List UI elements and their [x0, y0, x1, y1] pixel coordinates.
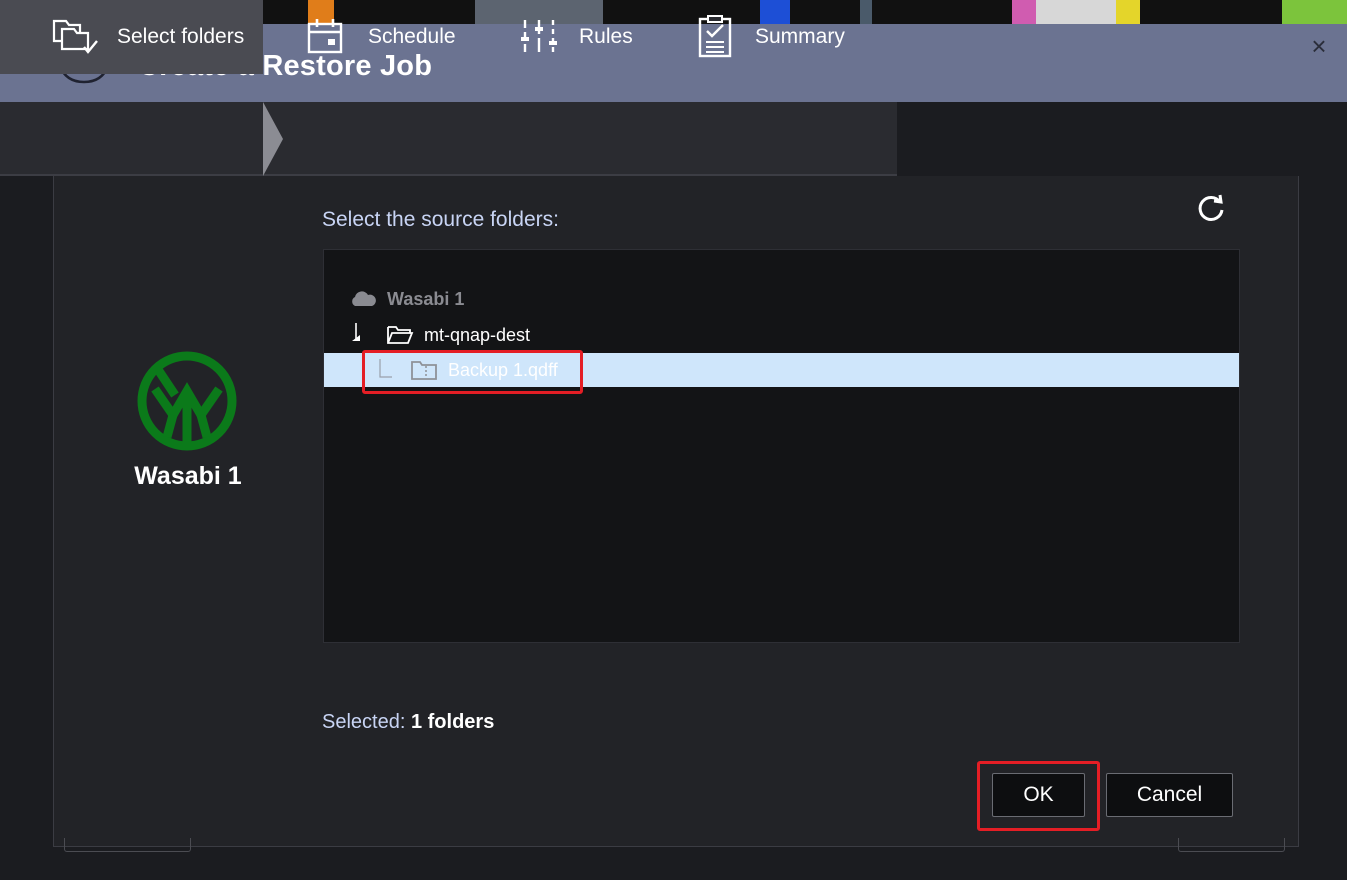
tree-node-label: Wasabi 1	[387, 288, 465, 309]
tree-node-file-selected[interactable]: Backup 1.qdff	[324, 353, 1239, 387]
tree-node-label: Backup 1.qdff	[448, 359, 558, 380]
step-label: Schedule	[368, 25, 456, 48]
tree-node-folder[interactable]: mt-qnap-dest	[324, 318, 1239, 352]
step-bar-filler	[897, 102, 1347, 176]
section-label: Select the source folders:	[322, 208, 559, 231]
wizard-step-bar	[0, 102, 897, 176]
folder-open-icon	[387, 326, 414, 344]
step-summary[interactable]: Summary	[690, 0, 880, 74]
step-label: Summary	[755, 25, 845, 48]
clipboard-check-icon	[698, 15, 732, 58]
tree-expand-icon	[352, 323, 360, 341]
background-button-edge	[1178, 838, 1285, 852]
archive-folder-icon	[411, 361, 437, 380]
cloud-icon	[352, 291, 376, 306]
close-icon: ×	[1311, 31, 1327, 61]
ok-button[interactable]: OK	[992, 773, 1085, 817]
tree-node-label: mt-qnap-dest	[424, 324, 531, 345]
close-button[interactable]: ×	[1306, 33, 1332, 59]
wasabi-logo	[137, 351, 237, 451]
step-label: Select folders	[117, 25, 245, 48]
step-schedule[interactable]: Schedule	[300, 0, 480, 74]
folders-check-icon	[52, 19, 98, 54]
sliders-icon	[521, 20, 557, 54]
source-name: Wasabi 1	[134, 462, 242, 490]
selected-prefix: Selected:	[322, 711, 406, 733]
calendar-icon	[307, 19, 343, 54]
folder-tree: Wasabi 1 mt-qnap-dest Backup 1.qdff	[323, 249, 1240, 643]
cancel-button[interactable]: Cancel	[1106, 773, 1233, 817]
step-rules[interactable]: Rules	[515, 0, 665, 74]
selected-summary: Selected: 1 folders	[322, 711, 494, 734]
tree-node-root[interactable]: Wasabi 1	[324, 282, 1239, 316]
refresh-icon[interactable]	[1196, 193, 1226, 223]
step-select-folders[interactable]: Select folders	[0, 0, 263, 74]
tree-branch-line	[379, 359, 392, 378]
background-button-edge	[64, 838, 191, 852]
step-label: Rules	[579, 25, 633, 48]
active-step-arrow	[263, 102, 283, 176]
selected-count: 1 folders	[410, 711, 495, 733]
